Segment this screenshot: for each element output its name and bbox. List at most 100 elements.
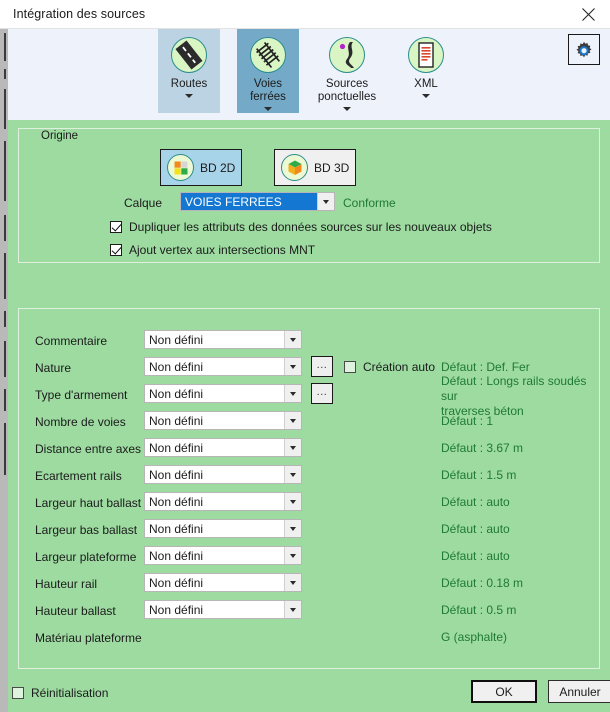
checkbox-icon <box>12 687 24 699</box>
checkbox-ajout-vertex[interactable]: Ajout vertex aux intersections MNT <box>110 243 315 257</box>
checkbox-creation-auto-label: Création auto <box>363 360 436 374</box>
ribbon-tab-routes[interactable]: Routes <box>158 29 220 113</box>
param-label: Largeur plateforme <box>35 550 137 564</box>
calque-combobox-value: VOIES FERREES <box>181 193 317 210</box>
ribbon-tab-xml[interactable]: XML <box>395 29 457 113</box>
chevron-down-icon[interactable] <box>284 547 301 564</box>
param-row-materiau-plateforme: Matériau plateforme G (asphalte) <box>19 626 601 653</box>
chevron-down-icon[interactable] <box>284 520 301 537</box>
tab-label-line1: Voies <box>253 78 283 90</box>
type-armement-browse-button[interactable]: ... <box>311 383 333 404</box>
calque-combobox[interactable]: VOIES FERREES <box>180 192 335 211</box>
param-combobox[interactable]: Non défini <box>144 357 302 376</box>
ribbon-tab-voies-ferrees-label: Voies ferrées <box>250 78 286 104</box>
checkbox-reinitialisation-label: Réinitialisation <box>31 686 109 700</box>
chevron-down-icon[interactable] <box>264 107 272 111</box>
checkbox-icon <box>110 221 122 233</box>
param-combobox[interactable]: Non défini <box>144 600 302 619</box>
cancel-button[interactable]: Annuler <box>548 680 610 703</box>
param-combobox[interactable]: Non défini <box>144 330 302 349</box>
param-row-commentaire: Commentaire Non défini <box>19 329 601 356</box>
chevron-down-icon[interactable] <box>185 94 193 98</box>
param-row-hauteur-rail: Hauteur rail Non défini Défaut : 0.18 m <box>19 572 601 599</box>
chevron-down-icon[interactable] <box>284 331 301 348</box>
param-label: Ecartement rails <box>35 469 122 483</box>
param-combobox[interactable]: Non défini <box>144 411 302 430</box>
param-row-ecartement-rails: Ecartement rails Non défini Défaut : 1.5… <box>19 464 601 491</box>
param-combobox-value: Non défini <box>149 575 204 590</box>
chevron-down-icon[interactable] <box>284 601 301 618</box>
bd-2d-button[interactable]: BD 2D <box>160 149 242 186</box>
ribbon-tab-routes-label: Routes <box>170 78 208 90</box>
param-combobox[interactable]: Non défini <box>144 546 302 565</box>
ok-button[interactable]: OK <box>471 680 537 703</box>
param-row-type-armement: Type d'armement Non défini ... Défaut : … <box>19 374 601 418</box>
param-combobox[interactable]: Non défini <box>144 519 302 538</box>
checkbox-dupliquer-attributs[interactable]: Dupliquer les attributs des données sour… <box>110 220 492 234</box>
origine-group: Origine BD 2D BD 3D Calque VOIES FERREES… <box>18 128 600 263</box>
param-combobox-value: Non défini <box>149 548 204 563</box>
param-combobox[interactable]: Non défini <box>144 492 302 511</box>
param-row-largeur-haut-ballast: Largeur haut ballast Non défini Défaut :… <box>19 491 601 518</box>
param-combobox[interactable]: Non défini <box>144 573 302 592</box>
origine-group-legend: Origine <box>37 130 83 142</box>
checkbox-creation-auto[interactable]: Création auto <box>344 360 435 374</box>
dialog-body: Origine BD 2D BD 3D Calque VOIES FERREES… <box>8 120 610 712</box>
close-icon <box>581 7 595 21</box>
chevron-down-icon[interactable] <box>284 493 301 510</box>
window-titlebar: Intégration des sources <box>0 0 610 29</box>
ribbon-tab-voies-ferrees[interactable]: Voies ferrées <box>237 29 299 113</box>
param-row-hauteur-ballast: Hauteur ballast Non défini Défaut : 0.5 … <box>19 599 601 626</box>
ribbon-tab-sources-ponctuelles[interactable]: Sources ponctuelles <box>316 29 378 113</box>
tab-label-line1: Sources <box>325 78 369 90</box>
param-label: Hauteur rail <box>35 577 98 591</box>
param-combobox[interactable]: Non défini <box>144 384 302 403</box>
param-label: Distance entre axes <box>35 442 142 456</box>
nature-browse-button[interactable]: ... <box>311 356 333 377</box>
param-default-value: Défaut : auto <box>441 522 510 536</box>
param-row-nombre-de-voies: Nombre de voies Non défini Défaut : 1 <box>19 410 601 437</box>
close-button[interactable] <box>566 0 610 28</box>
chevron-down-icon[interactable] <box>284 574 301 591</box>
ribbon-tab-list: Routes Voies ferrées Sources ponctuelles… <box>158 29 474 113</box>
checkbox-icon <box>110 244 122 256</box>
point-source-icon <box>329 37 365 73</box>
param-default-value: Défaut : Def. Fer <box>441 360 530 374</box>
window-title: Intégration des sources <box>13 7 146 21</box>
param-combobox-value: Non défini <box>149 602 204 617</box>
param-row-largeur-plateforme: Largeur plateforme Non défini Défaut : a… <box>19 545 601 572</box>
bd-3d-button[interactable]: BD 3D <box>274 149 356 186</box>
param-label: Nature <box>35 361 72 375</box>
param-default-value: G (asphalte) <box>441 630 508 644</box>
checkbox-reinitialisation[interactable]: Réinitialisation <box>12 686 108 700</box>
chevron-down-icon[interactable] <box>284 412 301 429</box>
param-combobox-value: Non défini <box>149 467 204 482</box>
ribbon-tab-xml-label: XML <box>414 78 438 90</box>
chevron-down-icon[interactable] <box>284 358 301 375</box>
settings-button[interactable] <box>568 34 600 65</box>
param-combobox-value: Non défini <box>149 332 204 347</box>
param-combobox-value: Non défini <box>149 359 204 374</box>
parameters-panel: Commentaire Non défini Nature Non défini… <box>18 308 600 669</box>
param-label: Largeur bas ballast <box>35 523 138 537</box>
bd-2d-label: BD 2D <box>200 160 236 175</box>
param-combobox[interactable]: Non défini <box>144 438 302 457</box>
window-left-edge <box>0 29 8 712</box>
tab-label-line2: ponctuelles <box>317 91 377 103</box>
chevron-down-icon[interactable] <box>284 439 301 456</box>
param-combobox-value: Non défini <box>149 521 204 536</box>
param-default-value: Défaut : auto <box>441 549 510 563</box>
checkbox-icon <box>344 361 356 373</box>
chevron-down-icon[interactable] <box>317 193 334 210</box>
chevron-down-icon[interactable] <box>422 94 430 98</box>
road-icon <box>171 37 207 73</box>
param-row-distance-entre-axes: Distance entre axes Non défini Défaut : … <box>19 437 601 464</box>
param-combobox-value: Non défini <box>149 494 204 509</box>
param-combobox[interactable]: Non défini <box>144 465 302 484</box>
chevron-down-icon[interactable] <box>343 107 351 111</box>
bd-3d-icon <box>281 154 308 181</box>
chevron-down-icon[interactable] <box>284 466 301 483</box>
chevron-down-icon[interactable] <box>284 385 301 402</box>
param-combobox-value: Non défini <box>149 440 204 455</box>
checkbox-dupliquer-attributs-label: Dupliquer les attributs des données sour… <box>129 220 492 234</box>
